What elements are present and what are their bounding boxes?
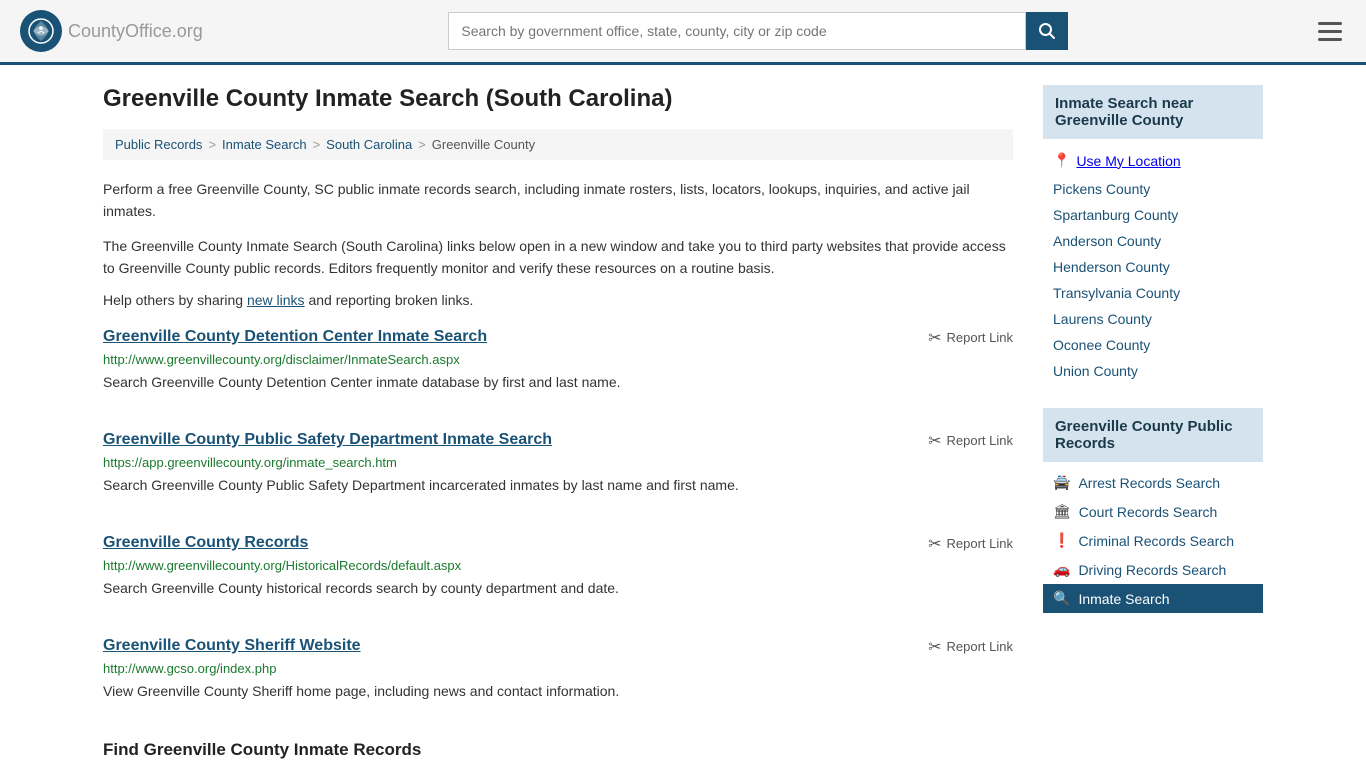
report-icon-2: ✂ [928, 431, 941, 451]
breadcrumb-current: Greenville County [432, 137, 535, 152]
result-title-2[interactable]: Greenville County Public Safety Departme… [103, 431, 552, 449]
breadcrumb-sep-3: > [418, 137, 426, 152]
use-my-location[interactable]: 📍 Use My Location [1043, 145, 1263, 176]
description-para1: Perform a free Greenville County, SC pub… [103, 178, 1013, 223]
public-records-section: Greenville County Public Records 🚔 Arres… [1043, 408, 1263, 613]
sidebar: Inmate Search near Greenville County 📍 U… [1043, 85, 1263, 760]
sidebar-item-pickens[interactable]: Pickens County [1043, 176, 1263, 202]
nearby-county-list: Pickens County Spartanburg County Anders… [1043, 176, 1263, 384]
court-records-link[interactable]: Court Records Search [1079, 504, 1218, 520]
logo[interactable]: CountyOffice.org [20, 10, 203, 52]
nearby-section: Inmate Search near Greenville County 📍 U… [1043, 85, 1263, 384]
result-url-1[interactable]: http://www.greenvillecounty.org/disclaim… [103, 352, 1013, 367]
sidebar-item-transylvania[interactable]: Transylvania County [1043, 280, 1263, 306]
report-link-3[interactable]: ✂ Report Link [928, 534, 1013, 554]
logo-text: CountyOffice.org [68, 21, 203, 42]
find-records-heading: Find Greenville County Inmate Records [103, 740, 1013, 760]
sidebar-item-henderson[interactable]: Henderson County [1043, 254, 1263, 280]
result-title-4[interactable]: Greenville County Sheriff Website [103, 637, 361, 655]
result-desc-2: Search Greenville County Public Safety D… [103, 475, 1013, 496]
site-header: CountyOffice.org [0, 0, 1366, 65]
spartanburg-county-link[interactable]: Spartanburg County [1053, 207, 1178, 223]
main-container: Greenville County Inmate Search (South C… [83, 65, 1283, 780]
henderson-county-link[interactable]: Henderson County [1053, 259, 1170, 275]
result-title-1[interactable]: Greenville County Detention Center Inmat… [103, 328, 487, 346]
breadcrumb-inmate-search[interactable]: Inmate Search [222, 137, 307, 152]
union-county-link[interactable]: Union County [1053, 363, 1138, 379]
transylvania-county-link[interactable]: Transylvania County [1053, 285, 1180, 301]
use-my-location-link[interactable]: Use My Location [1076, 153, 1180, 169]
search-button[interactable] [1026, 12, 1068, 50]
result-desc-3: Search Greenville County historical reco… [103, 578, 1013, 599]
search-area [448, 12, 1068, 50]
inmate-search-link[interactable]: Inmate Search [1078, 591, 1169, 607]
menu-line-1 [1318, 22, 1342, 25]
search-icon [1038, 22, 1056, 40]
result-item-1: Greenville County Detention Center Inmat… [103, 328, 1013, 403]
sidebar-item-oconee[interactable]: Oconee County [1043, 332, 1263, 358]
criminal-icon: ❗ [1053, 532, 1070, 549]
breadcrumb-sep-2: > [313, 137, 321, 152]
driving-icon: 🚗 [1053, 561, 1070, 578]
result-item-4: Greenville County Sheriff Website ✂ Repo… [103, 637, 1013, 712]
oconee-county-link[interactable]: Oconee County [1053, 337, 1150, 353]
breadcrumb-public-records[interactable]: Public Records [115, 137, 202, 152]
anderson-county-link[interactable]: Anderson County [1053, 233, 1161, 249]
driving-records-link[interactable]: Driving Records Search [1078, 562, 1226, 578]
location-pin-icon: 📍 [1053, 152, 1070, 169]
laurens-county-link[interactable]: Laurens County [1053, 311, 1152, 327]
public-records-header: Greenville County Public Records [1043, 408, 1263, 462]
result-url-4[interactable]: http://www.gcso.org/index.php [103, 661, 1013, 676]
arrest-icon: 🚔 [1053, 474, 1070, 491]
breadcrumb: Public Records > Inmate Search > South C… [103, 129, 1013, 160]
arrest-records-link[interactable]: Arrest Records Search [1078, 475, 1220, 491]
report-icon-3: ✂ [928, 534, 941, 554]
result-desc-1: Search Greenville County Detention Cente… [103, 372, 1013, 393]
nearby-header: Inmate Search near Greenville County [1043, 85, 1263, 139]
description-para2: The Greenville County Inmate Search (Sou… [103, 235, 1013, 280]
report-icon-4: ✂ [928, 637, 941, 657]
sidebar-item-laurens[interactable]: Laurens County [1043, 306, 1263, 332]
menu-line-3 [1318, 38, 1342, 41]
report-link-1[interactable]: ✂ Report Link [928, 328, 1013, 348]
inmate-search-item[interactable]: 🔍 Inmate Search [1043, 584, 1263, 613]
logo-icon [20, 10, 62, 52]
help-text: Help others by sharing new links and rep… [103, 292, 1013, 308]
report-icon-1: ✂ [928, 328, 941, 348]
sidebar-item-union[interactable]: Union County [1043, 358, 1263, 384]
sidebar-item-spartanburg[interactable]: Spartanburg County [1043, 202, 1263, 228]
arrest-records-item[interactable]: 🚔 Arrest Records Search [1043, 468, 1263, 497]
new-links-link[interactable]: new links [247, 292, 305, 308]
content-area: Greenville County Inmate Search (South C… [103, 85, 1013, 760]
public-records-list: 🚔 Arrest Records Search 🏛 Court Records … [1043, 468, 1263, 613]
sidebar-item-anderson[interactable]: Anderson County [1043, 228, 1263, 254]
breadcrumb-sep-1: > [208, 137, 216, 152]
menu-line-2 [1318, 30, 1342, 33]
hamburger-menu-button[interactable] [1314, 18, 1346, 45]
result-desc-4: View Greenville County Sheriff home page… [103, 681, 1013, 702]
criminal-records-item[interactable]: ❗ Criminal Records Search [1043, 526, 1263, 555]
result-item-2: Greenville County Public Safety Departme… [103, 431, 1013, 506]
report-link-2[interactable]: ✂ Report Link [928, 431, 1013, 451]
criminal-records-link[interactable]: Criminal Records Search [1078, 533, 1234, 549]
report-link-4[interactable]: ✂ Report Link [928, 637, 1013, 657]
result-url-2[interactable]: https://app.greenvillecounty.org/inmate_… [103, 455, 1013, 470]
result-item-3: Greenville County Records ✂ Report Link … [103, 534, 1013, 609]
driving-records-item[interactable]: 🚗 Driving Records Search [1043, 555, 1263, 584]
search-input[interactable] [448, 12, 1026, 50]
result-url-3[interactable]: http://www.greenvillecounty.org/Historic… [103, 558, 1013, 573]
inmate-icon: 🔍 [1053, 590, 1070, 607]
court-records-item[interactable]: 🏛 Court Records Search [1043, 497, 1263, 526]
pickens-county-link[interactable]: Pickens County [1053, 181, 1150, 197]
page-title: Greenville County Inmate Search (South C… [103, 85, 1013, 113]
breadcrumb-south-carolina[interactable]: South Carolina [326, 137, 412, 152]
court-icon: 🏛 [1053, 503, 1071, 520]
result-title-3[interactable]: Greenville County Records [103, 534, 308, 552]
